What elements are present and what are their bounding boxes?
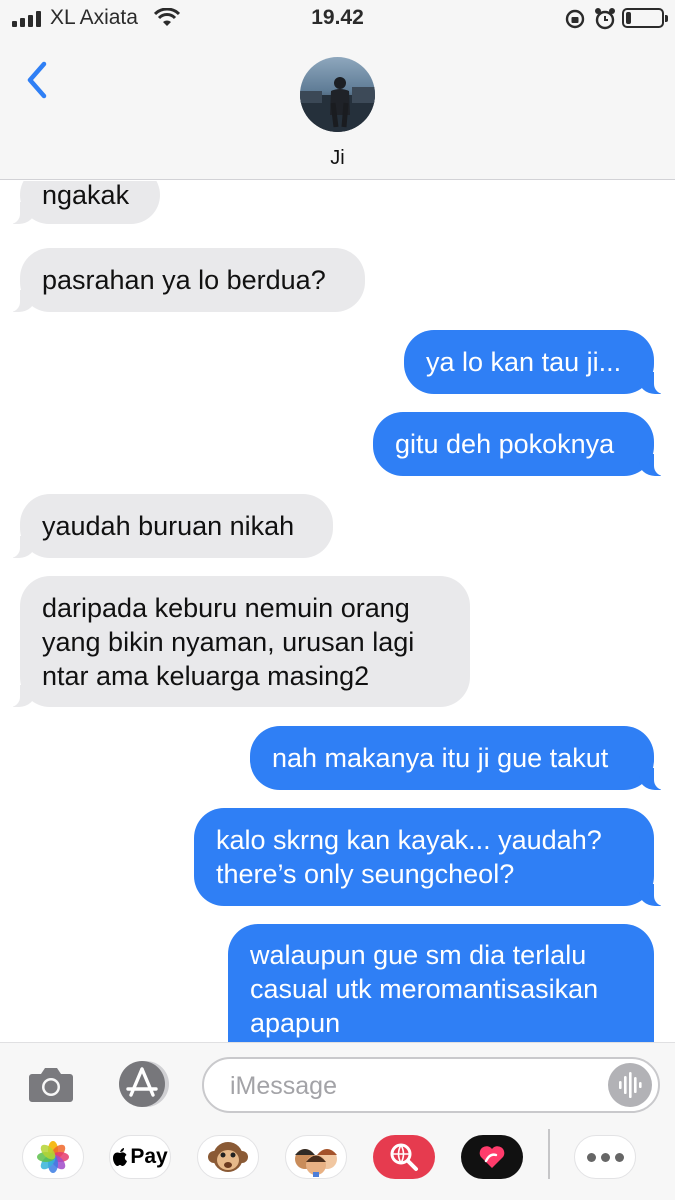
message-bubble-outgoing[interactable]: gitu deh pokoknya [373,412,670,476]
message-text: daripada keburu nemuin orang yang bikin … [42,592,415,691]
message-bubble-incoming[interactable]: yaudah buruan nikah [4,494,333,558]
status-bar: XL Axiata 19.42 [0,0,675,38]
animoji-monkey-icon[interactable] [197,1135,259,1179]
compose-bar: Pay [0,1042,675,1200]
back-button[interactable] [20,58,56,102]
apple-pay-label: Pay [130,1145,168,1168]
app-drawer-divider [548,1129,550,1179]
memoji-icon[interactable] [285,1135,347,1179]
imessage-input[interactable] [230,1069,590,1103]
heart-touch-icon [479,1146,505,1168]
conversation-header: XL Axiata 19.42 Ji [0,0,675,180]
image-search-icon[interactable] [373,1135,435,1179]
message-bubble-incoming[interactable]: pasrahan ya lo berdua? [4,248,365,312]
message-text: ngakak [42,181,130,210]
monkey-face-icon [208,1142,248,1172]
battery-icon [622,8,668,28]
message-input-field[interactable] [202,1057,660,1113]
message-bubble-outgoing[interactable]: nah makanya itu ji gue takut [250,726,670,790]
message-text: yaudah buruan nikah [42,511,295,541]
alarm-icon [595,8,615,30]
app-store-icon[interactable] [114,1059,174,1109]
digital-touch-icon[interactable] [461,1135,523,1179]
globe-search-icon [390,1143,418,1171]
apple-pay-app[interactable]: Pay [109,1135,171,1179]
photos-app-icon[interactable] [22,1135,84,1179]
message-text: walaupun gue sm dia terlalu casual utk m… [250,940,599,1038]
message-text: ya lo kan tau ji... [426,347,622,377]
message-thread[interactable]: ngakak pasrahan ya lo berdua? ya lo kan … [0,181,675,1042]
memoji-faces-icon [295,1149,337,1177]
apple-logo-icon [113,1148,128,1166]
contact-avatar[interactable] [300,57,375,132]
message-bubble-outgoing[interactable]: kalo skrng kan kayak... yaudah? there’s … [194,808,670,906]
audio-waveform-icon[interactable] [608,1063,652,1107]
dot [600,1152,610,1162]
message-text: pasrahan ya lo berdua? [42,265,326,295]
message-text: gitu deh pokoknya [395,429,615,459]
camera-icon[interactable] [28,1065,74,1103]
app-drawer: Pay [0,1129,675,1185]
message-text: kalo skrng kan kayak... yaudah? there’s … [216,825,602,889]
message-bubble-outgoing[interactable]: walaupun gue sm dia terlalu casual utk m… [228,924,654,1042]
message-bubble-incoming[interactable]: daripada keburu nemuin orang yang bikin … [4,576,470,707]
rotation-lock-icon [565,9,585,29]
dot [614,1152,624,1162]
battery-level [626,12,631,24]
message-bubble-outgoing[interactable]: ya lo kan tau ji... [404,330,670,394]
more-dots-icon[interactable] [574,1135,636,1179]
dot [586,1152,596,1162]
message-text: nah makanya itu ji gue takut [272,743,609,773]
waveform-glyph [619,1072,642,1098]
photos-flower-icon [37,1141,69,1173]
contact-name[interactable]: Ji [0,147,675,170]
avatar-photo [300,77,375,132]
message-bubble-incoming[interactable]: ngakak [4,181,160,224]
